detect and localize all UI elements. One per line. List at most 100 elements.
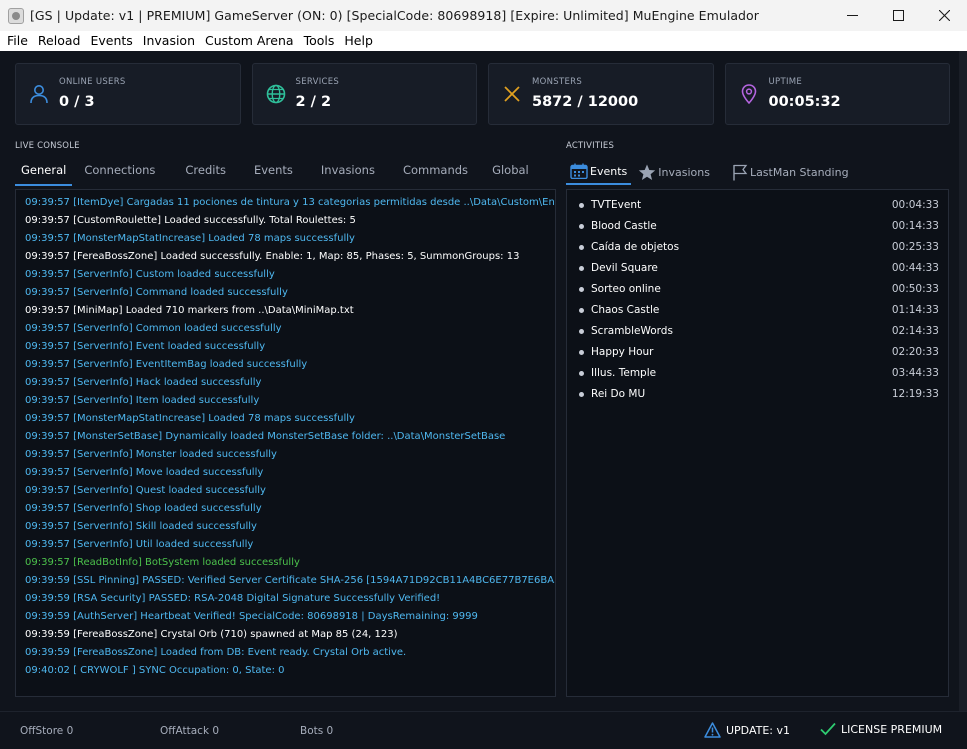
event-time: 00:44:33 [891,262,939,274]
menu-bar: File Reload Events Invasion Custom Arena… [0,31,967,51]
log-line: 09:39:57 [MiniMap] Loaded 710 markers fr… [25,305,354,316]
live-console-title: LIVE CONSOLE [15,141,80,151]
close-icon [938,10,950,21]
offattack-count: OffAttack 0 [160,725,220,737]
tab-label: Invasions [658,165,710,179]
bullet-icon [579,266,584,271]
license-status: LICENSE PREMIUM [820,722,942,736]
log-line: 09:39:59 [FereaBossZone] Crystal Orb (71… [25,629,398,640]
main-area: ONLINE USERS 0 / 3 SERVICES 2 / 2 MONSTE… [0,51,967,749]
maximize-icon [892,10,904,21]
console-tabs: General Connections Credits Events Invas… [15,158,535,186]
card-label: SERVICES [295,77,340,87]
menu-reload[interactable]: Reload [33,31,86,51]
log-line: 09:39:57 [ItemDye] Cargadas 11 pociones … [25,197,555,208]
tab-activities-invasions[interactable]: Invasions [634,160,714,185]
log-line: 09:39:57 [MonsterSetBase] Dynamically lo… [25,431,506,442]
cross-swords-icon [504,86,520,102]
log-line: 09:39:57 [ServerInfo] Custom loaded succ… [25,269,275,280]
bots-count: Bots 0 [300,725,334,737]
event-name: Sorteo online [591,283,661,295]
bullet-icon [579,392,584,397]
log-line: 09:39:57 [ReadBotInfo] BotSystem loaded … [25,557,300,568]
event-name: Devil Square [591,262,658,274]
tab-general[interactable]: General [15,158,73,186]
globe-icon [266,84,285,104]
log-line: 09:39:57 [ServerInfo] Move loaded succes… [25,467,264,478]
tab-events[interactable]: Events [248,158,299,186]
event-name: Happy Hour [591,346,654,358]
tab-global[interactable]: Global [486,158,535,186]
card-monsters: MONSTERS 5872 / 12000 [488,63,714,125]
bullet-icon [579,245,584,250]
event-name: Caída de objetos [591,241,680,253]
log-line: 09:39:59 [FereaBossZone] Loaded from DB:… [25,647,407,658]
star-icon [639,164,656,180]
event-time: 02:14:33 [891,325,939,337]
window-title: [GS | Update: v1 | PREMIUM] GameServer (… [30,8,759,23]
event-time: 00:14:33 [891,220,939,232]
calendar-icon [570,163,588,179]
tab-commands[interactable]: Commands [397,158,474,186]
menu-custom-arena[interactable]: Custom Arena [200,31,299,51]
log-line: 09:39:57 [FereaBossZone] Loaded successf… [25,251,520,262]
log-line: 09:39:57 [ServerInfo] EventItemBag loade… [25,359,308,370]
bullet-icon [579,287,584,292]
tab-label: Events [590,164,628,178]
tab-credits[interactable]: Credits [179,158,232,186]
event-name: Blood Castle [591,220,657,232]
event-time: 03:44:33 [891,367,939,379]
log-line: 09:39:57 [ServerInfo] Event loaded succe… [25,341,266,352]
activities-list: TVTEvent 00:04:33 Blood Castle 00:14:33 Caíd… [566,189,949,697]
log-line: 09:39:57 [ServerInfo] Hack loaded succes… [25,377,262,388]
log-line: 09:39:57 [ServerInfo] Shop loaded succes… [25,503,262,514]
tab-activities-lastman[interactable]: LastMan Standing [728,160,853,185]
card-value: 00:05:32 [768,94,841,110]
maximize-button[interactable] [875,0,921,31]
card-label: MONSTERS [532,77,583,87]
tab-activities-events[interactable]: Events [566,160,632,185]
window-scrollbar[interactable] [959,51,967,711]
menu-tools[interactable]: Tools [299,31,340,51]
console-log[interactable]: 09:39:57 [ItemDye] Cargadas 11 pociones … [15,189,556,697]
log-line: 09:39:57 [ServerInfo] Skill loaded succe… [25,521,257,532]
event-row: Devil Square 00:44:33 [579,262,939,276]
tab-connections[interactable]: Connections [78,158,161,186]
log-line: 09:39:57 [MonsterMapStatIncrease] Loaded… [25,233,355,244]
card-value: 2 / 2 [295,94,332,110]
menu-invasion[interactable]: Invasion [138,31,200,51]
warning-icon [704,722,721,738]
bullet-icon [579,371,584,376]
event-name: TVTEvent [591,199,642,211]
event-time: 01:14:33 [891,304,939,316]
event-time: 00:25:33 [891,241,939,253]
checkmark-icon [820,722,836,736]
menu-file[interactable]: File [2,31,33,51]
event-time: 02:20:33 [891,346,939,358]
log-line: 09:39:57 [ServerInfo] Item loaded succes… [25,395,260,406]
menu-events[interactable]: Events [85,31,137,51]
log-line: 09:39:57 [CustomRoulette] Loaded success… [25,215,356,226]
location-pin-icon [741,84,756,105]
log-line: 09:39:59 [AuthServer] Heartbeat Verified… [25,611,478,622]
stat-cards: ONLINE USERS 0 / 3 SERVICES 2 / 2 MONSTE… [15,63,950,125]
event-row: Blood Castle 00:14:33 [579,220,939,234]
offstore-count: OffStore 0 [20,725,74,737]
minimize-button[interactable] [829,0,875,31]
tab-label: LastMan Standing [749,165,849,179]
close-button[interactable] [921,0,967,31]
event-name: Rei Do MU [591,388,646,400]
update-label: UPDATE: v1 [726,723,791,737]
event-row: Rei Do MU 12:19:33 [579,388,939,402]
log-line: 09:40:02 [ CRYWOLF ] SYNC Occupation: 0,… [25,665,285,676]
event-row: Chaos Castle 01:14:33 [579,304,939,318]
event-row: Happy Hour 02:20:33 [579,346,939,360]
log-line: 09:39:59 [SSL Pinning] PASSED: Verified … [25,575,556,586]
menu-help[interactable]: Help [339,31,378,51]
event-time: 12:19:33 [891,388,939,400]
update-status: UPDATE: v1 [704,722,790,738]
card-uptime: UPTIME 00:05:32 [724,63,950,125]
tab-invasions[interactable]: Invasions [315,158,381,186]
activities-title: ACTIVITIES [566,141,615,151]
card-online-users: ONLINE USERS 0 / 3 [15,63,241,125]
